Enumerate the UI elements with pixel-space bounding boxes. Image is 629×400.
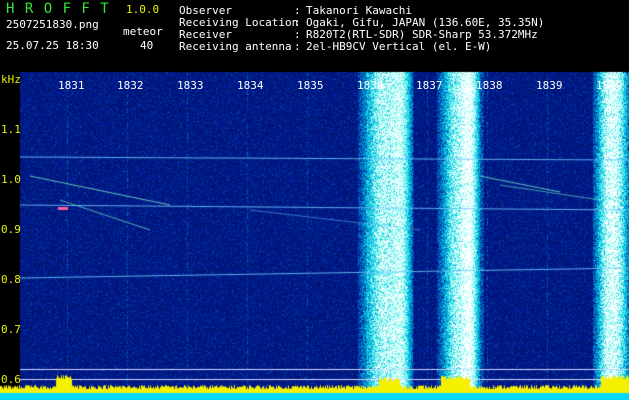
y-tick-label: 0.7: [1, 323, 21, 336]
x-tick-label: 1837: [416, 79, 443, 92]
meteor-label: meteor: [123, 25, 163, 38]
x-tick-label: 1833: [177, 79, 204, 92]
file-name: 2507251830.png: [6, 18, 99, 31]
observation-datetime: 25.07.25 18:30: [6, 39, 99, 52]
y-tick-label: 0.6: [1, 373, 21, 386]
antenna-value: 2el-HB9CV Vertical (el. E-W): [306, 40, 492, 53]
x-tick-label: 1835: [297, 79, 324, 92]
meteor-count: 40: [140, 39, 154, 52]
hrofft-window: H R O F F T 1.0.0 2507251830.png meteor …: [0, 0, 629, 400]
x-tick-label: 1836: [357, 79, 384, 92]
antenna-label: Receiving antenna: [179, 40, 292, 53]
y-tick-label: 0.8: [1, 273, 21, 286]
x-tick-label: 1838: [476, 79, 503, 92]
x-tick-label: 1831: [58, 79, 85, 92]
x-tick-label: 1834: [237, 79, 264, 92]
spectrogram-canvas: [0, 0, 629, 400]
axis-unit: kHz: [1, 73, 21, 86]
x-tick-label: 1840: [596, 79, 623, 92]
x-tick-label: 1839: [536, 79, 563, 92]
app-title: H R O F F T: [6, 1, 110, 17]
antenna-sep: :: [294, 40, 301, 53]
y-tick-label: 1.0: [1, 173, 21, 186]
x-tick-label: 1832: [117, 79, 144, 92]
app-version: 1.0.0: [126, 3, 160, 16]
y-tick-label: 1.1: [1, 123, 21, 136]
y-tick-label: 0.9: [1, 223, 21, 236]
